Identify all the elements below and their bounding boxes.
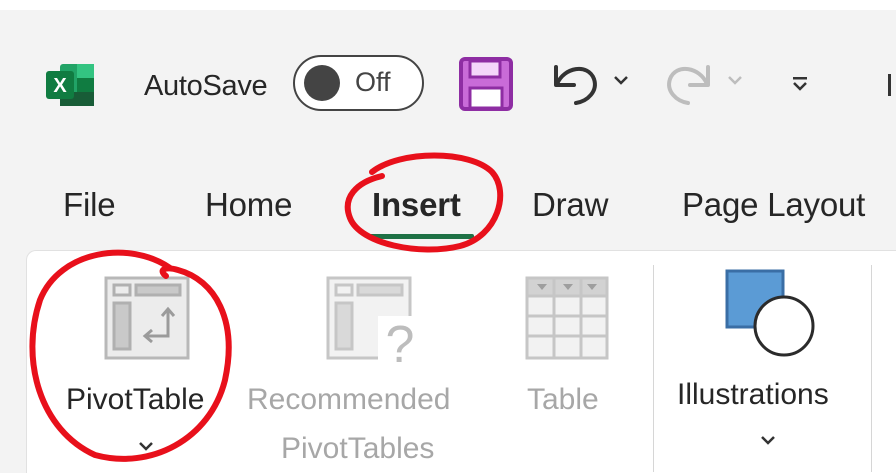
recommended-pivottables-label-line1: Recommended <box>247 383 451 416</box>
excel-logo-icon[interactable]: X <box>46 62 96 108</box>
autosave-label: AutoSave <box>144 70 268 102</box>
ribbon-group-divider <box>653 265 654 472</box>
pivottable-label[interactable]: PivotTable <box>66 383 204 417</box>
tab-file[interactable]: File <box>63 186 116 224</box>
illustrations-dropdown-chevron-icon[interactable] <box>760 434 776 446</box>
toolbar-edge-mark <box>888 74 891 96</box>
redo-dropdown-chevron-icon <box>728 76 742 85</box>
illustrations-shapes-icon[interactable] <box>724 268 816 358</box>
ribbon-group-divider <box>871 265 872 472</box>
tab-insert[interactable]: Insert <box>372 186 461 224</box>
autosave-toggle-state: Off <box>355 67 391 97</box>
save-icon[interactable] <box>458 56 514 112</box>
active-tab-indicator <box>368 234 474 239</box>
illustrations-label[interactable]: Illustrations <box>677 378 829 412</box>
pivottable-dropdown-chevron-icon[interactable] <box>138 440 154 452</box>
tab-home[interactable]: Home <box>205 186 292 224</box>
tab-page-layout[interactable]: Page Layout <box>682 186 865 224</box>
customize-qat-icon[interactable] <box>790 74 810 94</box>
svg-text:?: ? <box>386 316 415 370</box>
pivottable-icon[interactable] <box>104 276 190 360</box>
table-label: Table <box>527 383 599 416</box>
redo-icon <box>667 65 710 105</box>
window-top-edge <box>0 0 896 10</box>
autosave-toggle[interactable]: Off <box>293 55 424 111</box>
recommended-pivottables-label-line2: PivotTables <box>281 432 435 465</box>
svg-text:X: X <box>53 75 67 97</box>
tab-draw[interactable]: Draw <box>532 186 608 224</box>
undo-icon[interactable] <box>546 53 604 111</box>
table-icon <box>525 276 609 360</box>
toggle-knob <box>304 65 340 101</box>
undo-dropdown-chevron-icon[interactable] <box>612 72 630 88</box>
recommended-pivottables-icon: ? <box>326 276 422 370</box>
